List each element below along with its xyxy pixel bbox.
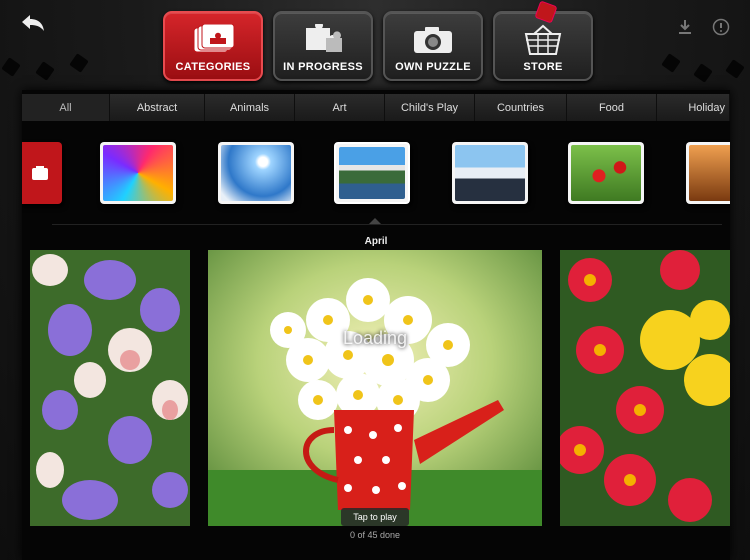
puzzle-april-daisies[interactable]: Loading Tap to play	[208, 250, 542, 526]
tab-holiday[interactable]: Holiday	[657, 94, 730, 121]
decor-puzzle-piece	[1, 57, 21, 77]
abstract-swirl-image	[103, 145, 173, 201]
own-category-icon	[22, 145, 59, 201]
primula-flowers-image	[560, 250, 730, 526]
daisies-watering-can-image	[208, 250, 542, 526]
own-puzzle-label: OWN PUZZLE	[395, 61, 471, 73]
thumb-mountain-lake[interactable]	[334, 142, 410, 204]
in-progress-button[interactable]: IN PROGRESS	[273, 11, 373, 81]
mountain-lake-image	[339, 147, 405, 199]
progress-text: 0 of 45 done	[349, 530, 401, 540]
in-progress-label: IN PROGRESS	[283, 61, 363, 73]
store-button[interactable]: STORE	[493, 0, 593, 81]
decor-puzzle-piece	[69, 53, 89, 73]
tab-all[interactable]: All	[22, 94, 110, 121]
tab-abstract[interactable]: Abstract	[110, 94, 205, 121]
current-category-title: April	[364, 236, 388, 247]
decor-puzzle-piece	[693, 63, 713, 83]
tab-countries[interactable]: Countries	[475, 94, 567, 121]
camera-icon	[409, 23, 457, 57]
cards-icon	[189, 23, 237, 57]
categories-label: CATEGORIES	[175, 61, 251, 73]
own-puzzle-button[interactable]: OWN PUZZLE	[383, 11, 483, 81]
thumb-penguins[interactable]	[452, 142, 528, 204]
decor-puzzle-piece	[35, 61, 55, 81]
basket-icon	[519, 23, 567, 57]
decor-puzzle-piece	[725, 59, 745, 79]
thumb-abstract[interactable]	[100, 142, 176, 204]
thumb-apples[interactable]	[568, 142, 644, 204]
app-root: CATEGORIES IN PROGRESS OWN PUZZLE STORE …	[0, 0, 750, 560]
tab-food[interactable]: Food	[567, 94, 657, 121]
tab-animals[interactable]: Animals	[205, 94, 295, 121]
thumb-sky[interactable]	[218, 142, 294, 204]
penguins-image	[455, 145, 525, 201]
divider	[52, 224, 722, 225]
puzzle-primulas[interactable]	[560, 250, 730, 526]
main-nav: CATEGORIES IN PROGRESS OWN PUZZLE STORE	[163, 0, 593, 81]
back-button[interactable]	[18, 10, 48, 36]
back-arrow-icon	[22, 15, 44, 31]
info-icon[interactable]	[712, 18, 730, 36]
red-apples-image	[571, 145, 641, 201]
tap-to-play-button[interactable]: Tap to play	[341, 508, 409, 526]
sky-clouds-image	[221, 145, 291, 201]
download-icon[interactable]	[676, 18, 694, 36]
content-panel: All Abstract Animals Art Child's Play Co…	[22, 90, 730, 560]
tab-art[interactable]: Art	[295, 94, 385, 121]
thumb-camels[interactable]	[686, 142, 730, 204]
store-label: STORE	[523, 61, 563, 73]
puzzle-piece-icon	[299, 23, 347, 57]
camels-sunset-image	[689, 145, 730, 201]
categories-button[interactable]: CATEGORIES	[163, 11, 263, 81]
crocus-image	[30, 250, 190, 526]
top-right-tools	[676, 18, 730, 36]
store-badge-icon	[534, 0, 558, 24]
category-tab-bar: All Abstract Animals Art Child's Play Co…	[22, 94, 730, 121]
tab-childs-play[interactable]: Child's Play	[385, 94, 475, 121]
category-thumbnail-strip	[22, 130, 730, 224]
loading-text: Loading	[342, 328, 408, 348]
puzzle-crocus[interactable]	[30, 250, 190, 526]
decor-puzzle-piece	[661, 53, 681, 73]
thumb-category-own[interactable]	[22, 142, 62, 204]
